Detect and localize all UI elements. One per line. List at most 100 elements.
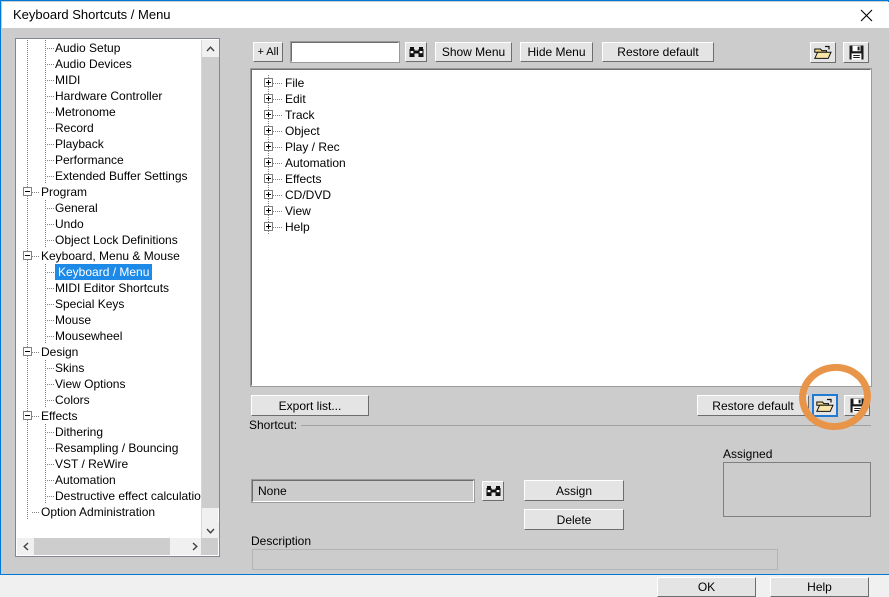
menu-tree-row[interactable]: CD/DVD	[252, 187, 870, 203]
scroll-down-button[interactable]	[202, 522, 219, 539]
export-list-button[interactable]: Export list...	[251, 395, 369, 416]
save-shortcut-set-button[interactable]	[844, 395, 870, 416]
sidebar-item[interactable]: Performance	[17, 152, 203, 168]
sidebar-item[interactable]: Playback	[17, 136, 203, 152]
load-menu-set-button[interactable]	[810, 42, 836, 63]
menu-tree-row[interactable]: Object	[252, 123, 870, 139]
tree-guide-line	[273, 115, 282, 116]
menu-tree-row[interactable]: Automation	[252, 155, 870, 171]
tree-guide-line	[45, 64, 54, 65]
sidebar-item[interactable]: Undo	[17, 216, 203, 232]
delete-button[interactable]: Delete	[524, 509, 624, 530]
menu-command-tree[interactable]: File Edit Track Object Play / Rec Automation E…	[250, 68, 872, 387]
scroll-left-button[interactable]	[17, 538, 34, 555]
sidebar-item[interactable]: Audio Setup	[17, 40, 203, 56]
load-shortcut-set-button[interactable]	[812, 394, 838, 417]
shortcut-find-button[interactable]	[482, 481, 504, 501]
scroll-up-button[interactable]	[202, 40, 219, 57]
tree-guide-line	[45, 432, 54, 433]
collapse-icon[interactable]	[23, 347, 32, 356]
settings-tree-horizontal-scrollbar[interactable]	[17, 538, 203, 555]
tree-guide-line	[27, 72, 28, 88]
sidebar-item[interactable]: Mouse	[17, 312, 203, 328]
sidebar-item[interactable]: Object Lock Definitions	[17, 232, 203, 248]
sidebar-item[interactable]: View Options	[17, 376, 203, 392]
expand-icon[interactable]	[264, 94, 273, 103]
sidebar-item[interactable]: Resampling / Bouncing	[17, 440, 203, 456]
sidebar-item[interactable]: Hardware Controller	[17, 88, 203, 104]
show-menu-button[interactable]: Show Menu	[435, 42, 512, 62]
hide-menu-button[interactable]: Hide Menu	[520, 42, 593, 62]
expand-icon[interactable]	[264, 78, 273, 87]
sidebar-item-label: Metronome	[55, 105, 116, 119]
help-button[interactable]: Help	[770, 577, 869, 597]
sidebar-item[interactable]: MIDI	[17, 72, 203, 88]
binoculars-icon	[409, 46, 423, 57]
sidebar-item[interactable]: Skins	[17, 360, 203, 376]
tree-guide-line	[32, 192, 40, 193]
shortcut-value-field[interactable]: None	[251, 479, 475, 503]
menu-tree-label: Object	[285, 124, 320, 138]
sidebar-item[interactable]: Design	[17, 344, 203, 360]
tree-guide-line	[27, 312, 28, 328]
tree-guide-line	[27, 104, 28, 120]
menu-tree-row[interactable]: View	[252, 203, 870, 219]
expand-icon[interactable]	[264, 174, 273, 183]
menu-tree-label: Edit	[285, 92, 306, 106]
collapse-icon[interactable]	[23, 411, 32, 420]
restore-default-shortcuts-button[interactable]: Restore default	[697, 395, 809, 416]
sidebar-item[interactable]: Mousewheel	[17, 328, 203, 344]
sidebar-item[interactable]: General	[17, 200, 203, 216]
close-button[interactable]	[843, 2, 889, 28]
expand-icon[interactable]	[264, 158, 273, 167]
expand-icon[interactable]	[264, 142, 273, 151]
search-find-button[interactable]	[405, 42, 427, 62]
expand-icon[interactable]	[264, 206, 273, 215]
menu-tree-row[interactable]: File	[252, 75, 870, 91]
menu-tree-row[interactable]: Edit	[252, 91, 870, 107]
sidebar-item[interactable]: VST / ReWire	[17, 456, 203, 472]
sidebar-item[interactable]: Keyboard / Menu	[17, 264, 203, 280]
menu-tree-row[interactable]: Track	[252, 107, 870, 123]
sidebar-item[interactable]: Audio Devices	[17, 56, 203, 72]
assign-button[interactable]: Assign	[524, 480, 624, 501]
expand-icon[interactable]	[264, 126, 273, 135]
menu-tree-row[interactable]: Play / Rec	[252, 139, 870, 155]
search-input[interactable]	[290, 41, 400, 63]
sidebar-item[interactable]: Metronome	[17, 104, 203, 120]
sidebar-item[interactable]: Effects	[17, 408, 203, 424]
menu-tree-row[interactable]: Effects	[252, 171, 870, 187]
sidebar-item[interactable]: Destructive effect calculation	[17, 488, 203, 504]
sidebar-item[interactable]: Special Keys	[17, 296, 203, 312]
collapse-icon[interactable]	[23, 251, 32, 260]
chevron-left-icon	[22, 542, 28, 551]
select-all-button[interactable]: + All	[253, 42, 283, 62]
menu-tree-row[interactable]: Help	[252, 219, 870, 235]
save-menu-set-button[interactable]	[843, 42, 869, 63]
settings-tree[interactable]: Audio Setup Audio Devices MIDI Hardware Con…	[17, 40, 203, 539]
sidebar-item[interactable]: Extended Buffer Settings	[17, 168, 203, 184]
expand-icon[interactable]	[264, 222, 273, 231]
sidebar-item[interactable]: Option Administration	[17, 504, 203, 520]
menu-tree-label: View	[285, 204, 311, 218]
settings-tree-vertical-scrollbar[interactable]	[201, 40, 219, 539]
tree-guide-line	[45, 160, 54, 161]
scroll-thumb-horizontal[interactable]	[34, 538, 170, 555]
collapse-icon[interactable]	[23, 187, 32, 196]
scroll-thumb-vertical[interactable]	[202, 57, 219, 508]
tree-guide-line	[45, 128, 54, 129]
sidebar-item[interactable]: MIDI Editor Shortcuts	[17, 280, 203, 296]
chevron-down-icon	[206, 528, 215, 534]
sidebar-item[interactable]: Program	[17, 184, 203, 200]
sidebar-item[interactable]: Record	[17, 120, 203, 136]
sidebar-item[interactable]: Keyboard, Menu & Mouse	[17, 248, 203, 264]
expand-icon[interactable]	[264, 110, 273, 119]
restore-default-menu-button[interactable]: Restore default	[602, 42, 714, 62]
sidebar-item[interactable]: Dithering	[17, 424, 203, 440]
sidebar-item[interactable]: Colors	[17, 392, 203, 408]
binoculars-icon	[486, 485, 500, 496]
ok-button[interactable]: OK	[657, 577, 756, 597]
expand-icon[interactable]	[264, 190, 273, 199]
sidebar-item[interactable]: Automation	[17, 472, 203, 488]
assigned-list[interactable]	[723, 462, 871, 517]
